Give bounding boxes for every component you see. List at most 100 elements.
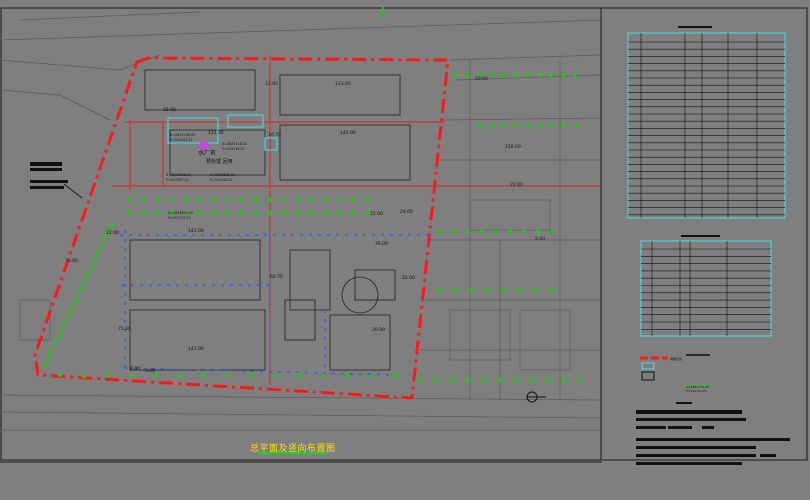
cad-viewport[interactable]: 用地红线 X=2631716.43 Y=513702.22 水厂名 预处理 回用… bbox=[0, 0, 810, 500]
tree bbox=[81, 373, 87, 379]
tree bbox=[105, 372, 111, 378]
coord-10: Y=513715.33 bbox=[168, 216, 191, 220]
tree bbox=[56, 334, 61, 340]
dim-16: 71.00 bbox=[118, 326, 131, 332]
tree bbox=[549, 123, 555, 129]
tree bbox=[561, 123, 567, 129]
tree bbox=[72, 299, 77, 305]
coord-1: X=2631716.43 bbox=[170, 133, 195, 137]
tree bbox=[351, 197, 357, 203]
tree bbox=[75, 292, 81, 298]
tree bbox=[273, 373, 279, 379]
tree bbox=[521, 229, 527, 235]
tree bbox=[211, 197, 217, 203]
tree bbox=[65, 313, 71, 319]
dim-21: 35.00 bbox=[375, 241, 388, 247]
tree bbox=[465, 229, 471, 235]
tree bbox=[524, 72, 530, 78]
tree bbox=[489, 123, 495, 129]
tree bbox=[169, 197, 175, 203]
dim-15: 22.00 bbox=[402, 275, 415, 281]
tree bbox=[573, 123, 579, 129]
tree bbox=[488, 72, 494, 78]
tree bbox=[549, 229, 555, 235]
tree bbox=[267, 210, 273, 216]
tree bbox=[497, 377, 503, 383]
tree bbox=[321, 373, 327, 379]
tree bbox=[95, 250, 101, 256]
dim-4: 113.00 bbox=[335, 81, 351, 87]
tree bbox=[323, 210, 329, 216]
tree bbox=[281, 197, 287, 203]
tree bbox=[560, 72, 566, 78]
tree bbox=[572, 72, 578, 78]
plant-subname: 预处理 回用 bbox=[206, 158, 233, 165]
legend: 用地红线 X=2631716.43 Y=513702.22 bbox=[640, 354, 712, 393]
tree bbox=[295, 210, 301, 216]
dim-13: 15.00 bbox=[370, 211, 383, 217]
dim-3: 111.00 bbox=[208, 130, 224, 136]
tree bbox=[281, 210, 287, 216]
coord-6: Y=513707.22 bbox=[166, 178, 189, 182]
tree bbox=[465, 377, 471, 383]
tree bbox=[57, 372, 63, 378]
tree bbox=[92, 257, 97, 263]
coord-2: Y=513702.22 bbox=[170, 138, 193, 142]
tree bbox=[253, 210, 259, 216]
tree bbox=[155, 210, 161, 216]
dim-2: 12.00 bbox=[265, 81, 278, 87]
tree bbox=[249, 372, 255, 378]
site-plan-drawing[interactable]: 用地红线 X=2631716.43 Y=513702.22 水厂名 预处理 回用… bbox=[0, 0, 810, 500]
tree bbox=[197, 197, 203, 203]
tree bbox=[464, 72, 470, 78]
tree bbox=[183, 197, 189, 203]
legend-coord-y: Y=513702.22 bbox=[686, 389, 707, 393]
tree bbox=[453, 287, 459, 293]
pipe-network-blue bbox=[120, 230, 430, 376]
tree bbox=[452, 72, 458, 78]
tree bbox=[141, 197, 147, 203]
dim-5: 140.00 bbox=[340, 130, 356, 136]
dim-10: 60.75 bbox=[270, 274, 283, 280]
tree bbox=[549, 287, 555, 293]
tree bbox=[369, 373, 375, 379]
dim-22: 20.00 bbox=[372, 327, 385, 333]
notes-block bbox=[636, 402, 790, 465]
tree bbox=[253, 197, 259, 203]
tree bbox=[417, 377, 423, 383]
dim-20: 2.00 bbox=[535, 236, 545, 242]
tree bbox=[561, 377, 567, 383]
tree bbox=[225, 373, 231, 379]
tree bbox=[52, 341, 58, 347]
tree bbox=[345, 372, 351, 378]
dim-7: 143.00 bbox=[188, 228, 204, 234]
dim-8: 143.00 bbox=[188, 346, 204, 352]
tree bbox=[501, 123, 507, 129]
tree bbox=[295, 197, 301, 203]
tree bbox=[239, 210, 245, 216]
tree bbox=[82, 278, 87, 284]
tree bbox=[469, 287, 475, 293]
left-annotation bbox=[30, 162, 83, 199]
tree bbox=[337, 197, 343, 203]
tree bbox=[127, 210, 133, 216]
dimension-labels: 15.00 12.00 111.00 113.00 140.00 158.00 … bbox=[65, 76, 545, 374]
tree bbox=[545, 377, 551, 383]
tree bbox=[517, 287, 523, 293]
tree bbox=[507, 229, 513, 235]
tree bbox=[69, 306, 74, 312]
pipe-network-red bbox=[112, 55, 600, 385]
plant-name: 水厂名 bbox=[198, 149, 216, 157]
tree bbox=[79, 285, 84, 291]
tree bbox=[533, 287, 539, 293]
tree bbox=[449, 377, 455, 383]
tree bbox=[297, 372, 303, 378]
tree bbox=[481, 377, 487, 383]
tree bbox=[141, 210, 147, 216]
tree bbox=[225, 197, 231, 203]
tree bbox=[351, 210, 357, 216]
tree bbox=[89, 264, 94, 270]
dim-6: 158.00 bbox=[505, 144, 521, 150]
tree bbox=[535, 229, 541, 235]
tree bbox=[365, 197, 371, 203]
